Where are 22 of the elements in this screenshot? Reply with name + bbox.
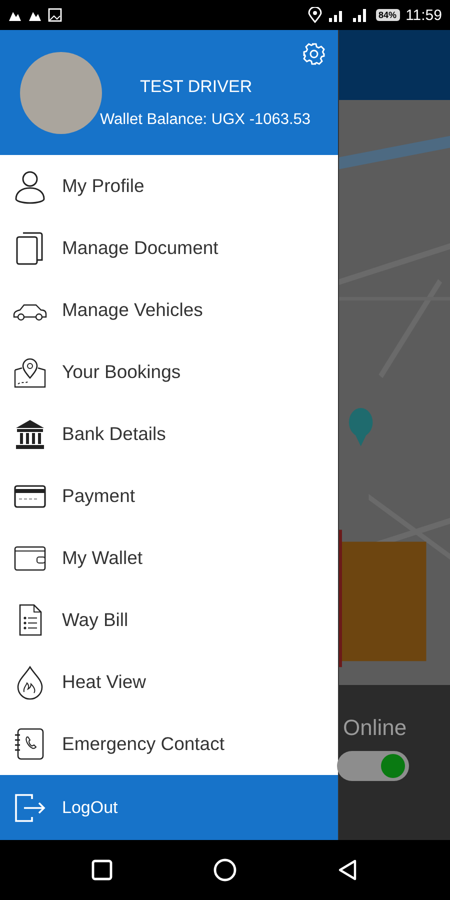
logout-item[interactable]: LogOut [0, 775, 338, 840]
battery-level: 84% [376, 9, 400, 21]
location-icon [308, 7, 322, 23]
menu-item[interactable]: Your Bookings [0, 341, 338, 403]
wallet-balance: Wallet Balance: UGX -1063.53 [100, 110, 311, 128]
menu-item[interactable]: Heat View [0, 651, 338, 713]
online-label: Online [342, 715, 408, 741]
menu-item[interactable]: Payment [0, 465, 338, 527]
menu-item[interactable]: My Wallet [0, 527, 338, 589]
settings-icon[interactable] [302, 42, 326, 66]
menu-item[interactable]: Bank Details [0, 403, 338, 465]
menu-item[interactable]: Emergency Contact [0, 713, 338, 775]
menu-item[interactable]: Manage Vehicles [0, 279, 338, 341]
menu-item[interactable]: Manage Document [0, 217, 338, 279]
online-toggle[interactable] [337, 751, 409, 781]
clock: 11:59 [406, 6, 442, 24]
recents-icon[interactable] [90, 858, 114, 882]
image-icon [48, 7, 62, 23]
home-icon[interactable] [212, 858, 237, 882]
driver-name: TEST DRIVER [139, 76, 254, 96]
menu-item[interactable]: My Profile [0, 155, 338, 217]
menu-item[interactable]: Way Bill [0, 589, 338, 651]
